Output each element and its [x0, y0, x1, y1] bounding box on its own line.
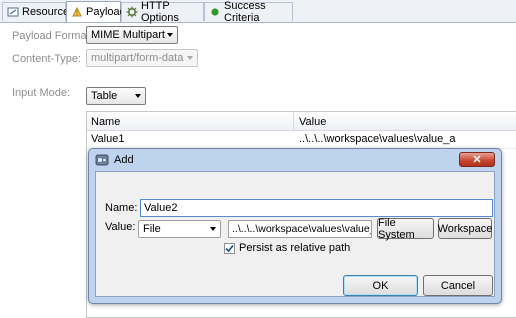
value-path-input[interactable]: ..\..\..\workspace\values\value_b: [228, 220, 372, 238]
value-type-select[interactable]: File: [138, 220, 221, 238]
column-divider[interactable]: [293, 112, 294, 130]
tab-http-options[interactable]: HTTP Options: [121, 0, 204, 24]
content-type-select: multipart/form-data: [86, 49, 198, 67]
tab-payload[interactable]: Payload: [66, 1, 126, 22]
payload-format-value: MIME Multipart: [91, 29, 165, 41]
payload-format-label: Payload Format:: [12, 30, 93, 42]
row-name-cell: Value1: [91, 133, 125, 145]
content-type-label: Content-Type:: [12, 53, 82, 65]
chevron-down-icon: [135, 94, 141, 98]
payload-format-select[interactable]: MIME Multipart: [86, 26, 178, 44]
add-dialog: Add ✕ Name: Value2 Value: File ..\..\..\…: [88, 148, 502, 304]
chevron-down-icon: [210, 227, 216, 231]
input-mode-value: Table: [91, 90, 118, 102]
column-header-name[interactable]: Name: [91, 116, 120, 128]
input-mode-select[interactable]: Table: [86, 87, 146, 105]
workspace-button-label: Workspace: [437, 222, 493, 235]
persist-label: Persist as relative path: [239, 242, 351, 254]
workspace-button[interactable]: Workspace: [438, 218, 492, 239]
dialog-body: Name: Value2 Value: File ..\..\..\worksp…: [95, 171, 495, 297]
tab-resource-label: Resource: [22, 6, 70, 18]
tab-resource[interactable]: Resource: [2, 2, 70, 21]
table-row[interactable]: Value1 ..\..\..\workspace\values\value_a: [87, 130, 516, 149]
chevron-down-icon: [167, 33, 173, 37]
success-criteria-icon: [209, 6, 221, 18]
resource-icon: [7, 6, 19, 18]
cancel-button[interactable]: Cancel: [423, 275, 493, 296]
tab-success-criteria[interactable]: Success Criteria: [204, 0, 293, 24]
close-button[interactable]: ✕: [459, 152, 495, 167]
value-type-value: File: [143, 223, 161, 235]
tab-http-options-label: HTTP Options: [141, 0, 179, 24]
value-path-text: ..\..\..\workspace\values\value_b: [232, 223, 372, 235]
table-header: Name Value: [87, 112, 516, 131]
payload-icon: [71, 6, 83, 18]
dialog-title: Add: [114, 154, 134, 166]
name-input-value: Value2: [144, 202, 178, 214]
ok-button[interactable]: OK: [343, 275, 418, 296]
value-label: Value:: [105, 221, 136, 233]
tab-success-criteria-label: Success Criteria: [224, 0, 266, 24]
checkmark-icon: [225, 244, 234, 252]
cancel-button-label: Cancel: [440, 279, 476, 292]
dialog-app-icon: [95, 153, 109, 167]
http-options-icon: [126, 6, 138, 18]
tab-payload-label: Payload: [86, 6, 126, 18]
persist-checkbox[interactable]: [224, 242, 235, 254]
input-mode-label: Input Mode:: [12, 87, 71, 99]
row-value-cell: ..\..\..\workspace\values\value_a: [299, 133, 456, 145]
persist-option[interactable]: Persist as relative path: [224, 242, 350, 254]
name-label: Name:: [105, 202, 138, 214]
file-system-button[interactable]: File System: [377, 216, 434, 241]
name-input[interactable]: Value2: [140, 199, 493, 217]
dialog-title-bar[interactable]: Add: [89, 149, 501, 171]
content-type-value: multipart/form-data: [91, 52, 184, 64]
close-icon: ✕: [472, 154, 482, 166]
ok-button-label: OK: [372, 279, 389, 292]
column-header-value[interactable]: Value: [299, 116, 326, 128]
chevron-down-icon: [187, 56, 193, 60]
file-system-button-label: File System: [378, 216, 415, 241]
